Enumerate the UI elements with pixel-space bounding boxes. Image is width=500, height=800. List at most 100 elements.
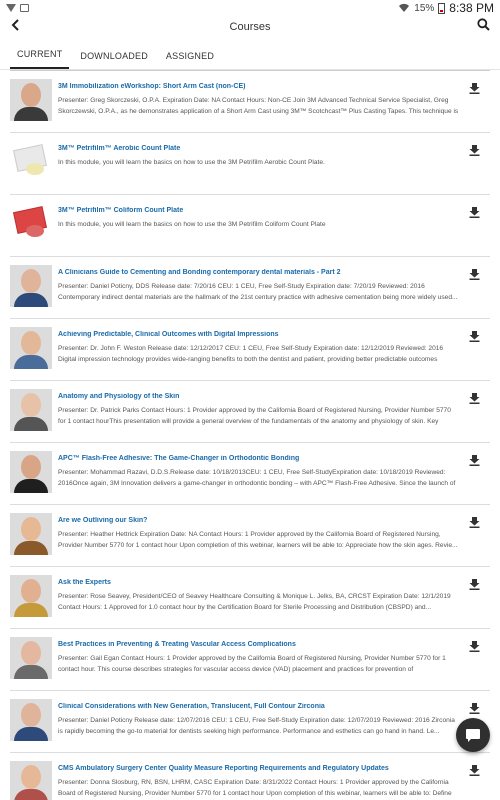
tab-current[interactable]: CURRENT [10,49,70,69]
course-description: Presenter: Gail Egan Contact Hours: 1 Pr… [58,655,446,673]
course-content: Are we Outliving our Skin? Presenter: Hea… [58,513,490,566]
course-content: 3M Immobilization eWorkshop: Short Arm C… [58,79,490,132]
course-title-link[interactable]: 3M™ Petrifilm™ Coliform Count Plate [58,207,460,214]
course-title-link[interactable]: Achieving Predictable, Clinical Outcomes… [58,331,460,338]
presenter-head [21,455,41,479]
course-description: Presenter: Dr. Patrick Parks Contact Hou… [58,407,451,425]
presenter-head [21,765,41,789]
course-description: Presenter: Heather Hettrick Expiration D… [58,531,458,549]
course-content: APC™ Flash-Free Adhesive: The Game-Chang… [58,451,490,504]
download-icon[interactable] [469,143,480,161]
course-description: Presenter: Greg Skorczeski, O.P.A. Expir… [58,97,459,115]
presenter-head [21,579,41,603]
list-item[interactable]: 3M Immobilization eWorkshop: Short Arm C… [10,71,490,133]
presenter-head [21,83,41,107]
presenter-photo [10,513,52,555]
tab-downloaded[interactable]: DOWNLOADED [73,51,155,69]
product-plate [26,225,44,237]
download-icon[interactable] [469,391,480,409]
course-title-link[interactable]: Clinical Considerations with New Generat… [58,703,460,710]
image-notification-icon [20,4,29,12]
course-title-link[interactable]: Ask the Experts [58,579,460,586]
course-description: Presenter: Rose Seavey, President/CEO of… [58,593,451,611]
presenter-head [21,641,41,665]
download-icon[interactable] [469,453,480,471]
list-item[interactable]: Achieving Predictable, Clinical Outcomes… [10,319,490,381]
presenter-head [21,517,41,541]
presenter-head [21,331,41,355]
list-item[interactable]: A Clinicians Guide to Cementing and Bond… [10,257,490,319]
download-icon[interactable] [469,515,480,533]
course-title-link[interactable]: APC™ Flash-Free Adhesive: The Game-Chang… [58,455,460,462]
course-content: Best Practices in Preventing & Treating … [58,637,490,690]
course-title-link[interactable]: Are we Outliving our Skin? [58,517,460,524]
presenter-photo [10,451,52,493]
presenter-head [21,393,41,417]
back-arrow-icon[interactable] [10,19,22,35]
course-title-link[interactable]: Best Practices in Preventing & Treating … [58,641,460,648]
presenter-body [14,355,48,369]
notification-icon [6,4,16,12]
course-content: A Clinicians Guide to Cementing and Bond… [58,265,490,318]
course-content: CMS Ambulatory Surgery Center Quality Me… [58,761,490,800]
course-content: Anatomy and Physiology of the Skin Presen… [58,389,490,442]
course-content: Achieving Predictable, Clinical Outcomes… [58,327,490,380]
presenter-photo [10,389,52,431]
presenter-body [14,107,48,121]
status-bar: 15% 8:38 PM [0,0,500,16]
course-content: 3M™ Petrifilm™ Aerobic Count Plate In thi… [58,141,490,194]
presenter-body [14,727,48,741]
course-description: Presenter: Daniel Poticny Release date: … [58,717,455,735]
download-icon[interactable] [469,701,480,719]
list-item[interactable]: Best Practices in Preventing & Treating … [10,629,490,691]
course-description: Presenter: Donna Slosburg, RN, BSN, LHRM… [58,779,452,797]
download-icon[interactable] [469,763,480,781]
presenter-photo [10,699,52,741]
product-image [10,203,52,245]
course-title-link[interactable]: 3M™ Petrifilm™ Aerobic Count Plate [58,145,460,152]
list-item[interactable]: Clinical Considerations with New Generat… [10,691,490,753]
course-description: Presenter: Daniel Poticny, DDS Release d… [58,283,458,301]
download-icon[interactable] [469,81,480,99]
presenter-body [14,479,48,493]
course-title-link[interactable]: CMS Ambulatory Surgery Center Quality Me… [58,765,460,772]
course-content: 3M™ Petrifilm™ Coliform Count Plate In th… [58,203,490,256]
search-icon[interactable] [477,18,490,36]
tab-assigned[interactable]: ASSIGNED [159,51,221,69]
list-item[interactable]: Anatomy and Physiology of the Skin Presen… [10,381,490,443]
course-description: In this module, you will learn the basic… [58,221,326,228]
app-bar: Courses [0,16,500,38]
tab-bar: CURRENT DOWNLOADED ASSIGNED [0,38,500,70]
chat-bubble-icon [466,728,480,742]
download-icon[interactable] [469,267,480,285]
course-title-link[interactable]: 3M Immobilization eWorkshop: Short Arm C… [58,83,460,90]
list-item[interactable]: 3M™ Petrifilm™ Coliform Count Plate In th… [10,195,490,257]
presenter-photo [10,761,52,800]
presenter-body [14,665,48,679]
list-item[interactable]: Ask the Experts Presenter: Rose Seavey, P… [10,567,490,629]
course-description: Presenter: Dr. John F. Weston Release da… [58,345,444,363]
presenter-photo [10,575,52,617]
download-icon[interactable] [469,329,480,347]
presenter-body [14,417,48,431]
product-image [10,141,52,183]
list-item[interactable]: Are we Outliving our Skin? Presenter: Hea… [10,505,490,567]
download-icon[interactable] [469,639,480,657]
course-content: Ask the Experts Presenter: Rose Seavey, P… [58,575,490,628]
download-icon[interactable] [469,205,480,223]
status-left-icons [6,4,29,12]
presenter-body [14,789,48,800]
presenter-body [14,293,48,307]
course-title-link[interactable]: A Clinicians Guide to Cementing and Bond… [58,269,460,276]
list-item[interactable]: 3M™ Petrifilm™ Aerobic Count Plate In thi… [10,133,490,195]
presenter-photo [10,327,52,369]
list-item[interactable]: APC™ Flash-Free Adhesive: The Game-Chang… [10,443,490,505]
status-right: 15% 8:38 PM [398,1,494,15]
list-item[interactable]: CMS Ambulatory Surgery Center Quality Me… [10,753,490,800]
chat-button[interactable] [456,718,490,752]
course-title-link[interactable]: Anatomy and Physiology of the Skin [58,393,460,400]
download-icon[interactable] [469,577,480,595]
wifi-icon [399,3,410,13]
presenter-body [14,541,48,555]
page-title: Courses [229,21,271,33]
